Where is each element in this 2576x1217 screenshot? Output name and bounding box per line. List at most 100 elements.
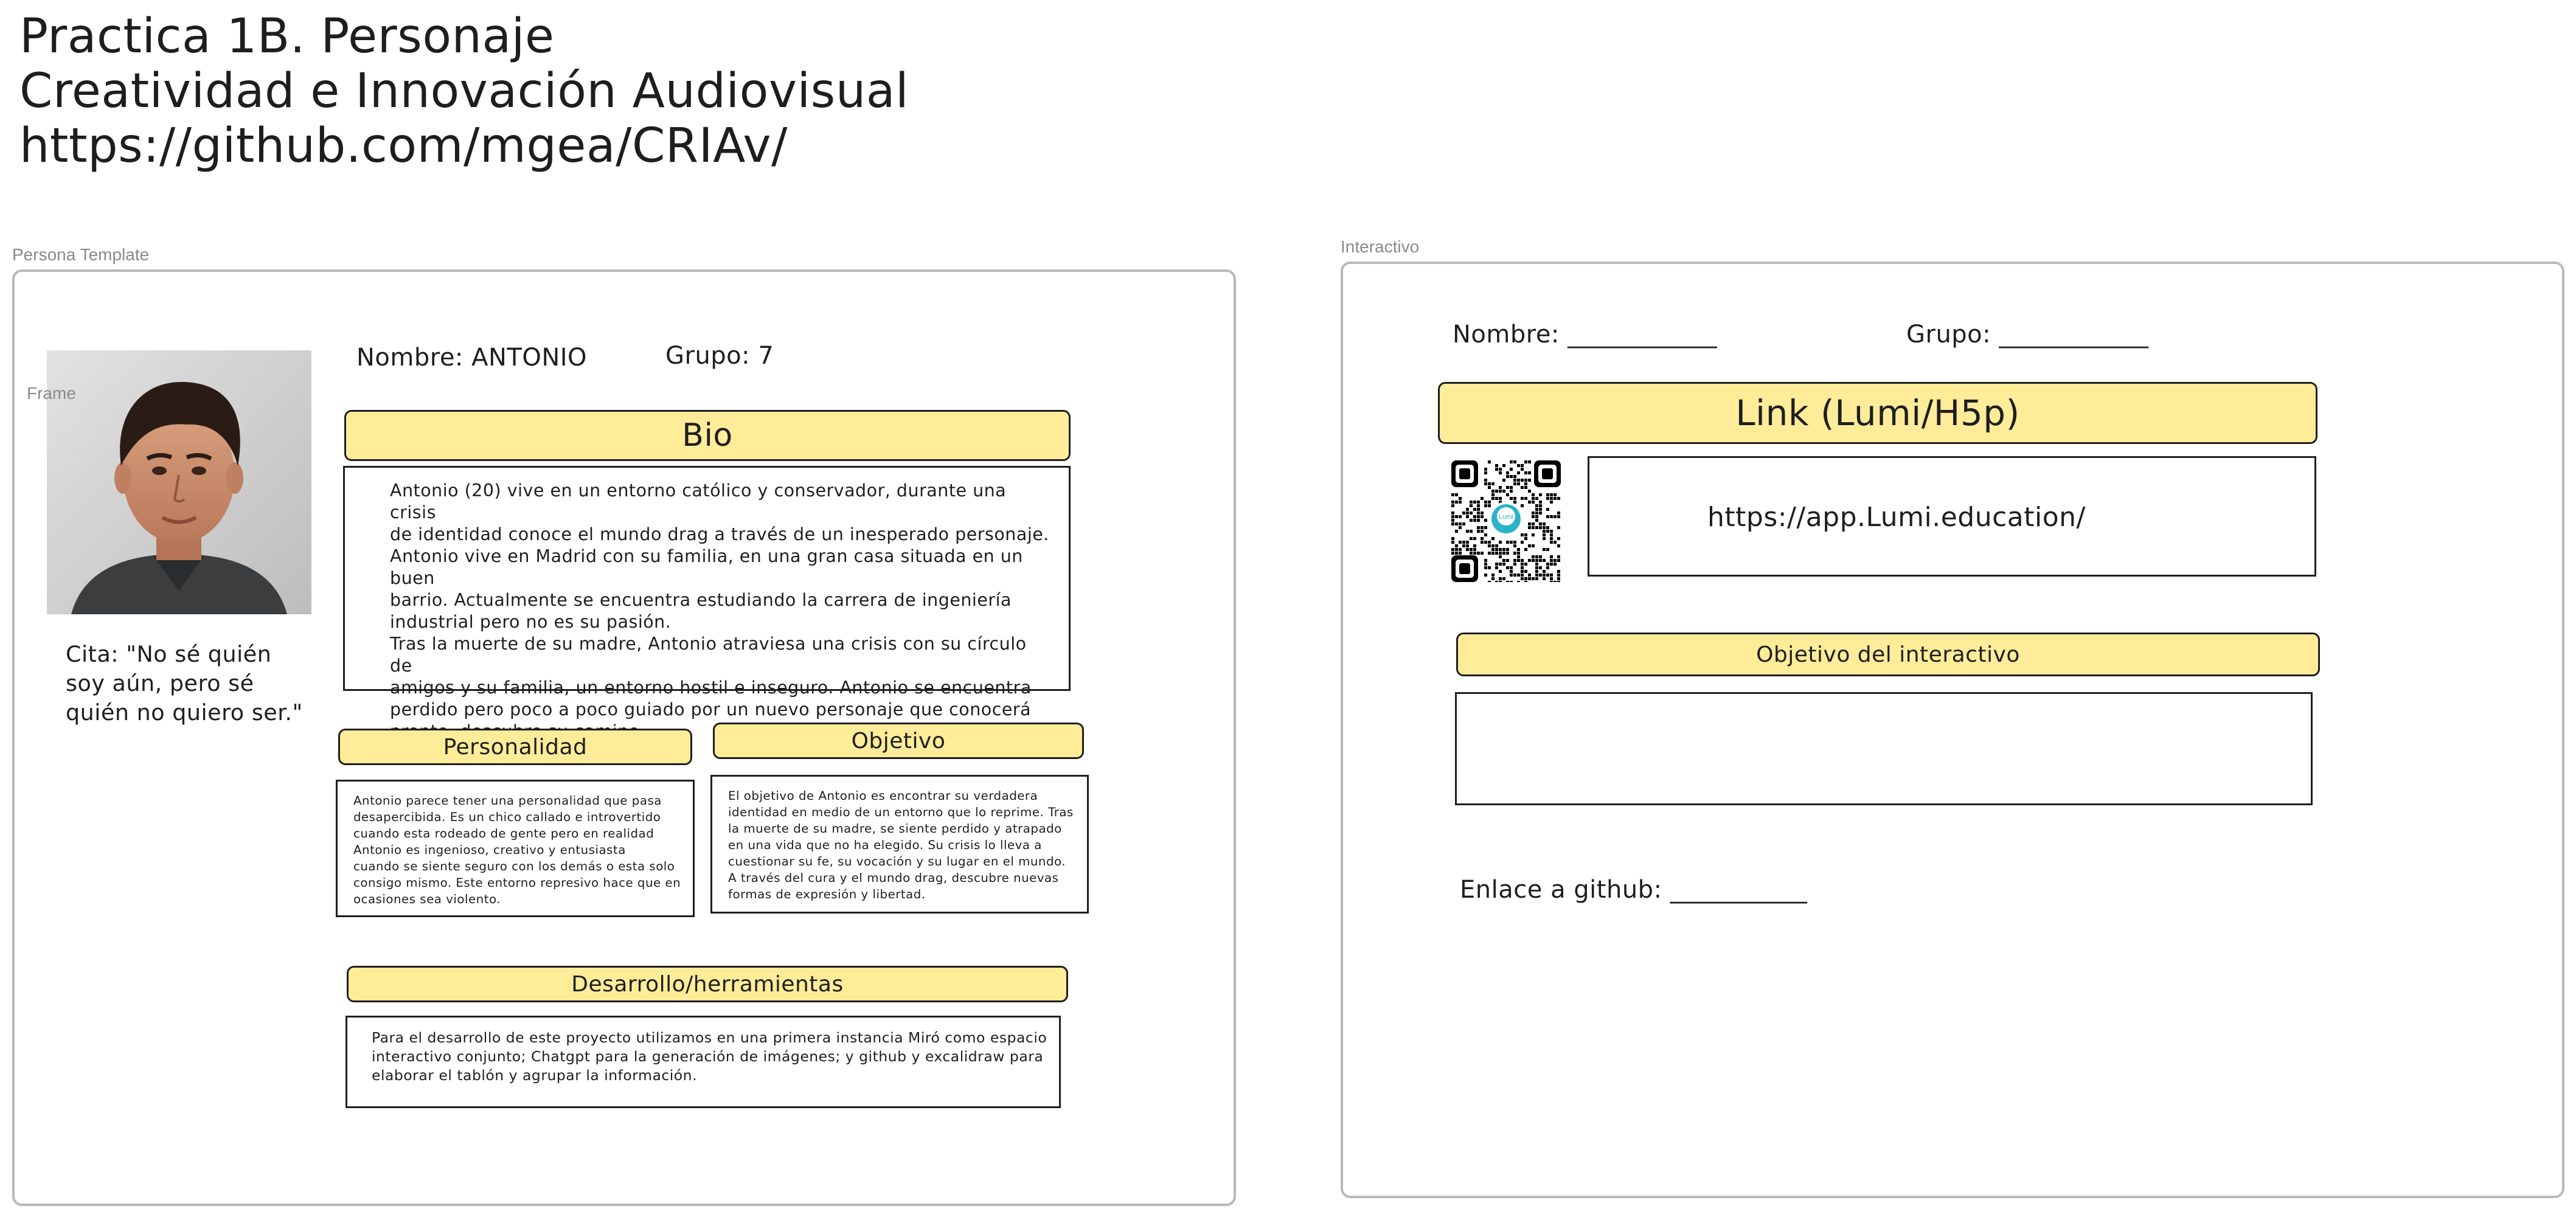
qr-module — [1459, 548, 1462, 551]
qr-module — [1528, 460, 1531, 463]
qr-module — [1488, 566, 1491, 569]
qr-module — [1495, 552, 1498, 555]
qr-module — [1477, 530, 1480, 533]
qr-module — [1481, 552, 1484, 555]
qr-module — [1513, 482, 1516, 485]
qr-module — [1455, 501, 1458, 504]
qr-module — [1521, 577, 1524, 580]
qr-module — [1502, 559, 1505, 562]
qr-module — [1524, 537, 1527, 540]
qr-module — [1539, 501, 1542, 504]
qr-module — [1451, 504, 1454, 507]
qr-module — [1535, 570, 1538, 573]
qr-module — [1506, 548, 1509, 551]
qr-module — [1532, 555, 1535, 558]
github-link-field: Enlace a github: ___________ — [1460, 876, 1808, 904]
bio-header[interactable]: Bio — [344, 410, 1071, 461]
qr-module — [1455, 552, 1458, 555]
objetivo-interactivo-box[interactable] — [1455, 692, 2313, 805]
qr-module — [1451, 548, 1454, 551]
qr-module — [1524, 563, 1527, 566]
qr-module — [1517, 555, 1520, 558]
qr-module — [1528, 522, 1531, 525]
qr-module — [1484, 563, 1487, 566]
personalidad-header[interactable]: Personalidad — [338, 729, 692, 765]
qr-module — [1488, 581, 1491, 584]
desarrollo-header[interactable]: Desarrollo/herramientas — [347, 966, 1068, 1002]
qr-module — [1550, 563, 1553, 566]
qr-module — [1521, 533, 1524, 536]
qr-module — [1466, 544, 1469, 547]
qr-module — [1557, 574, 1560, 577]
qr-module — [1535, 504, 1538, 507]
qr-module — [1499, 563, 1502, 566]
qr-module — [1484, 468, 1487, 471]
qr-module — [1539, 526, 1542, 529]
qr-module — [1462, 522, 1465, 525]
qr-module — [1532, 544, 1535, 547]
qr-module — [1495, 464, 1498, 467]
qr-module — [1473, 552, 1476, 555]
qr-module — [1513, 559, 1516, 562]
qr-module — [1524, 581, 1527, 584]
qr-module — [1554, 563, 1557, 566]
qr-module — [1521, 563, 1524, 566]
qr-module — [1459, 526, 1462, 529]
qr-module — [1539, 504, 1542, 507]
objetivo-box[interactable]: El objetivo de Antonio es encontrar su v… — [710, 775, 1089, 914]
qr-module — [1484, 574, 1487, 577]
qr-module — [1506, 552, 1509, 555]
qr-module — [1550, 559, 1553, 562]
desarrollo-box[interactable]: Para el desarrollo de este proyecto util… — [345, 1016, 1061, 1108]
qr-module — [1477, 515, 1480, 518]
qr-module — [1491, 544, 1495, 547]
link-box[interactable]: https://app.Lumi.education/ — [1588, 456, 2316, 577]
qr-module — [1543, 570, 1546, 573]
qr-module — [1484, 479, 1487, 482]
qr-module — [1517, 482, 1520, 485]
qr-module — [1506, 541, 1509, 544]
objetivo-header[interactable]: Objetivo — [713, 723, 1084, 759]
qr-module — [1484, 519, 1487, 522]
qr-module — [1524, 577, 1527, 580]
qr-module — [1470, 511, 1473, 515]
qr-module — [1481, 497, 1484, 500]
portrait-image — [47, 350, 311, 614]
qr-module — [1528, 559, 1531, 562]
qr-code[interactable]: Lumi — [1451, 460, 1561, 584]
persona-portrait[interactable] — [47, 350, 311, 614]
qr-module — [1521, 468, 1524, 471]
qr-code-image: Lumi — [1451, 460, 1561, 584]
qr-module — [1473, 537, 1476, 540]
personalidad-box[interactable]: Antonio parece tener una personalidad qu… — [336, 780, 695, 917]
qr-module — [1495, 563, 1498, 566]
qr-module — [1554, 515, 1557, 518]
qr-module — [1499, 548, 1502, 551]
qr-module — [1470, 548, 1473, 551]
qr-module — [1459, 552, 1462, 555]
qr-module — [1459, 515, 1462, 518]
qr-module — [1539, 574, 1542, 577]
bio-box[interactable]: Antonio (20) vive en un entorno católico… — [343, 466, 1071, 741]
qr-module — [1546, 566, 1549, 569]
objetivo-interactivo-header[interactable]: Objetivo del interactivo — [1456, 633, 2320, 676]
link-header[interactable]: Link (Lumi/H5p) — [1438, 382, 2317, 444]
qr-module — [1499, 555, 1502, 558]
qr-module — [1451, 511, 1454, 515]
qr-module — [1491, 537, 1495, 540]
qr-module — [1528, 577, 1531, 580]
link-url[interactable]: https://app.Lumi.education/ — [1707, 502, 2086, 533]
qr-module — [1513, 563, 1516, 566]
qr-module — [1481, 537, 1484, 540]
qr-module — [1455, 515, 1458, 518]
persona-frame-label: Persona Template — [12, 245, 150, 264]
qr-module — [1539, 511, 1542, 515]
qr-module — [1546, 563, 1549, 566]
qr-module — [1543, 577, 1546, 580]
qr-module — [1546, 515, 1549, 518]
qr-module — [1546, 574, 1549, 577]
qr-module — [1535, 511, 1538, 515]
qr-module — [1513, 497, 1516, 500]
qr-module — [1521, 504, 1524, 507]
qr-module — [1484, 566, 1487, 569]
